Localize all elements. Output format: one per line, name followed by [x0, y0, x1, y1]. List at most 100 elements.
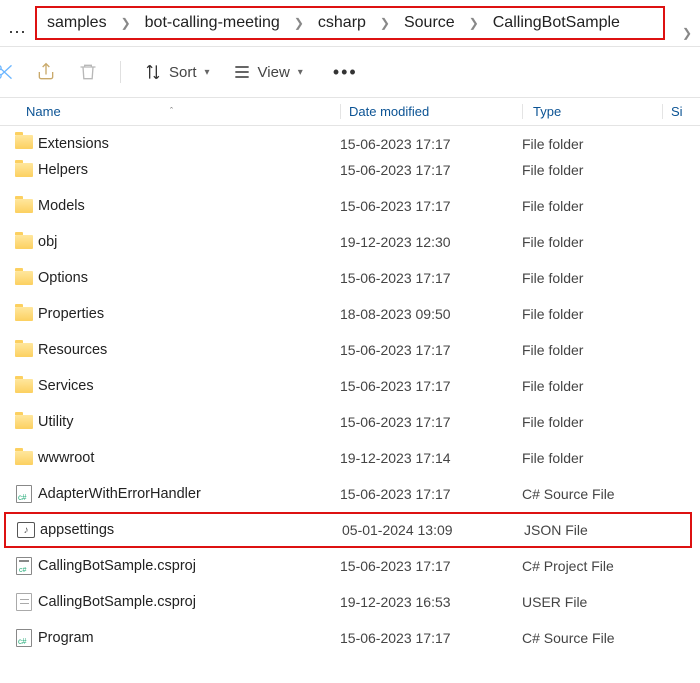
file-name: Program [38, 630, 340, 646]
breadcrumb-overflow-icon[interactable]: ⋯ [8, 22, 27, 43]
breadcrumb: samples❯bot-calling-meeting❯csharp❯Sourc… [35, 6, 665, 40]
file-date: 15-06-2023 17:17 [340, 270, 522, 286]
csharp-file-icon [16, 629, 32, 647]
breadcrumb-item[interactable]: Source [404, 14, 455, 32]
file-name: CallingBotSample.csproj [38, 558, 340, 574]
column-type-label: Type [533, 104, 561, 119]
file-type: JSON File [524, 522, 674, 538]
file-row[interactable]: AdapterWithErrorHandler15-06-2023 17:17C… [0, 476, 700, 512]
folder-icon [15, 163, 33, 177]
file-type: File folder [522, 198, 672, 214]
json-file-icon: ♪ [17, 522, 35, 538]
file-type: File folder [522, 450, 672, 466]
user-file-icon [16, 593, 32, 611]
file-date: 15-06-2023 17:17 [340, 342, 522, 358]
file-date: 15-06-2023 17:17 [340, 162, 522, 178]
share-button [36, 62, 56, 82]
folder-icon [15, 451, 33, 465]
file-name: Properties [38, 306, 340, 322]
breadcrumb-item[interactable]: samples [47, 14, 107, 32]
more-button[interactable]: ••• [325, 62, 366, 83]
sort-icon [143, 62, 163, 82]
file-date: 15-06-2023 17:17 [340, 486, 522, 502]
column-headers: Name ˆ Date modified Type Si [0, 97, 700, 126]
file-type: File folder [522, 342, 672, 358]
file-date: 05-01-2024 13:09 [342, 522, 524, 538]
column-name-label: Name [26, 104, 61, 119]
file-type: File folder [522, 234, 672, 250]
file-date: 15-06-2023 17:17 [340, 558, 522, 574]
folder-icon [15, 271, 33, 285]
chevron-right-icon[interactable]: ❯ [682, 26, 692, 40]
column-name[interactable]: Name ˆ [0, 104, 340, 119]
file-name: Models [38, 198, 340, 214]
project-file-icon [16, 557, 32, 575]
breadcrumb-item[interactable]: bot-calling-meeting [145, 14, 280, 32]
folder-icon [15, 343, 33, 357]
file-row[interactable]: Resources15-06-2023 17:17File folder [0, 332, 700, 368]
folder-icon [15, 199, 33, 213]
file-name: Utility [38, 414, 340, 430]
view-button[interactable]: View ▾ [232, 62, 303, 82]
folder-icon [15, 415, 33, 429]
column-type[interactable]: Type [522, 104, 662, 119]
file-row[interactable]: CallingBotSample.csproj15-06-2023 17:17C… [0, 548, 700, 584]
column-date-label: Date modified [349, 104, 429, 119]
view-label: View [258, 64, 290, 81]
sort-indicator-icon: ˆ [170, 106, 173, 116]
column-size[interactable]: Si [662, 104, 700, 119]
breadcrumb-item[interactable]: csharp [318, 14, 366, 32]
folder-icon [15, 235, 33, 249]
file-date: 15-06-2023 17:17 [340, 378, 522, 394]
file-row[interactable]: Program15-06-2023 17:17C# Source File [0, 620, 700, 656]
file-name: appsettings [40, 522, 342, 538]
cut-button [0, 62, 14, 82]
file-row[interactable]: Helpers15-06-2023 17:17File folder [0, 152, 700, 188]
file-row[interactable]: wwwroot19-12-2023 17:14File folder [0, 440, 700, 476]
file-name: Services [38, 378, 340, 394]
file-row[interactable]: Utility15-06-2023 17:17File folder [0, 404, 700, 440]
file-type: File folder [522, 270, 672, 286]
chevron-down-icon: ▾ [205, 67, 210, 78]
file-date: 19-12-2023 16:53 [340, 594, 522, 610]
file-type: USER File [522, 594, 672, 610]
file-name: wwwroot [38, 450, 340, 466]
folder-icon [15, 307, 33, 321]
share-icon [36, 62, 56, 82]
file-row[interactable]: Properties18-08-2023 09:50File folder [0, 296, 700, 332]
trash-icon [78, 62, 98, 82]
file-row[interactable]: Extensions15-06-2023 17:17File folder [0, 126, 700, 152]
sort-label: Sort [169, 64, 197, 81]
folder-icon [15, 135, 33, 149]
column-date[interactable]: Date modified [340, 104, 522, 119]
file-name: AdapterWithErrorHandler [38, 486, 340, 502]
chevron-right-icon: ❯ [380, 16, 390, 30]
file-row[interactable]: Options15-06-2023 17:17File folder [0, 260, 700, 296]
file-list: Extensions15-06-2023 17:17File folderHel… [0, 126, 700, 656]
file-date: 15-06-2023 17:17 [340, 136, 522, 152]
scissors-icon [0, 62, 14, 82]
csharp-file-icon [16, 485, 32, 503]
file-row[interactable]: obj19-12-2023 12:30File folder [0, 224, 700, 260]
file-type: C# Project File [522, 558, 672, 574]
file-date: 19-12-2023 12:30 [340, 234, 522, 250]
breadcrumb-item[interactable]: CallingBotSample [493, 14, 620, 32]
file-row[interactable]: ♪ appsettings05-01-2024 13:09JSON File [4, 512, 692, 548]
file-name: Resources [38, 342, 340, 358]
file-type: C# Source File [522, 486, 672, 502]
chevron-right-icon: ❯ [294, 16, 304, 30]
file-type: File folder [522, 136, 672, 152]
delete-button [78, 62, 98, 82]
file-name: Options [38, 270, 340, 286]
file-type: File folder [522, 162, 672, 178]
file-row[interactable]: Models15-06-2023 17:17File folder [0, 188, 700, 224]
folder-icon [15, 379, 33, 393]
file-date: 15-06-2023 17:17 [340, 414, 522, 430]
file-row[interactable]: CallingBotSample.csproj19-12-2023 16:53U… [0, 584, 700, 620]
file-type: C# Source File [522, 630, 672, 646]
view-icon [232, 62, 252, 82]
sort-button[interactable]: Sort ▾ [143, 62, 210, 82]
file-date: 18-08-2023 09:50 [340, 306, 522, 322]
chevron-down-icon: ▾ [298, 67, 303, 78]
file-row[interactable]: Services15-06-2023 17:17File folder [0, 368, 700, 404]
